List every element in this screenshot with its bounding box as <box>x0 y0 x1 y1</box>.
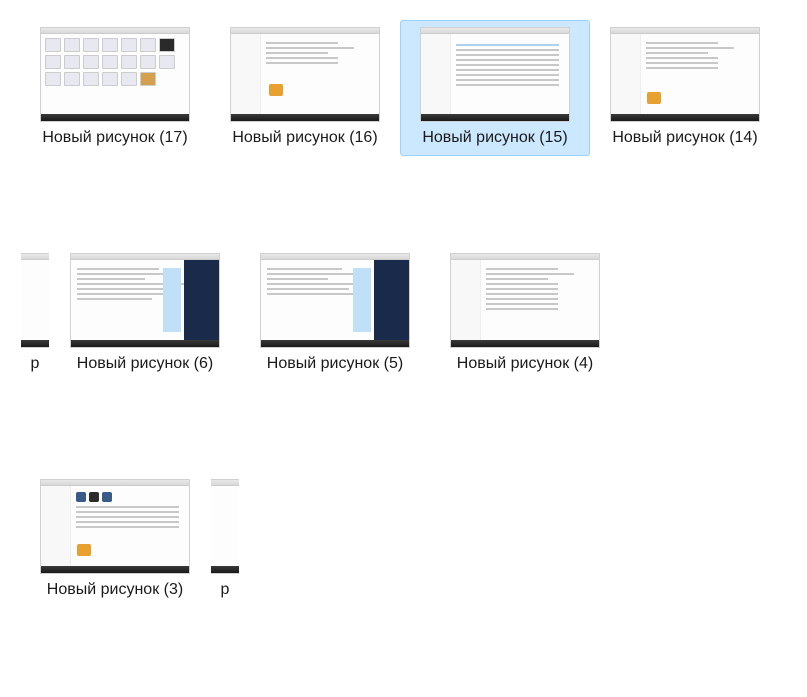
thumbnail <box>20 253 50 348</box>
filename-label: Новый рисунок (17) <box>42 128 187 149</box>
file-item-15[interactable]: Новый рисунок (15) <box>400 20 590 156</box>
filename-label: Новый рисунок (5) <box>267 354 403 375</box>
file-item-16[interactable]: Новый рисунок (16) <box>210 20 400 156</box>
filename-label: Новый рисунок (16) <box>232 128 377 149</box>
thumbnail <box>260 253 410 348</box>
filename-label: Новый рисунок (4) <box>457 354 593 375</box>
file-item-5[interactable]: Новый рисунок (5) <box>240 246 430 382</box>
file-item-6[interactable]: Новый рисунок (6) <box>50 246 240 382</box>
thumbnail <box>40 27 190 122</box>
file-item-partial-bottom[interactable]: р <box>210 472 240 608</box>
file-grid: Новый рисунок (17) Новый рисунок (16) <box>20 20 807 697</box>
file-item-14[interactable]: Новый рисунок (14) <box>590 20 780 156</box>
thumbnail <box>420 27 570 122</box>
filename-label: Новый рисунок (6) <box>77 354 213 375</box>
file-item-partial-top[interactable]: р <box>20 246 50 382</box>
thumbnail <box>450 253 600 348</box>
filename-label: Новый рисунок (3) <box>47 580 183 601</box>
thumbnail <box>230 27 380 122</box>
thumbnail <box>210 479 240 574</box>
file-item-3[interactable]: Новый рисунок (3) <box>20 472 210 608</box>
thumbnail <box>610 27 760 122</box>
filename-label: Новый рисунок (14) <box>612 128 757 149</box>
file-item-17[interactable]: Новый рисунок (17) <box>20 20 210 156</box>
filename-label: р <box>31 354 40 375</box>
filename-label: р <box>221 580 230 601</box>
thumbnail <box>70 253 220 348</box>
thumbnail <box>40 479 190 574</box>
file-item-4[interactable]: Новый рисунок (4) <box>430 246 620 382</box>
filename-label: Новый рисунок (15) <box>422 128 567 149</box>
